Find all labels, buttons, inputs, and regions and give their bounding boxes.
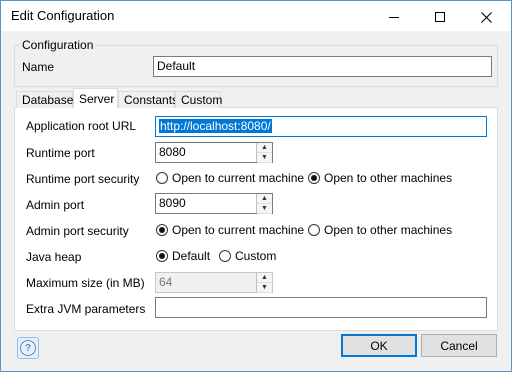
ok-button[interactable]: OK (341, 334, 417, 357)
admin-open-other-label: Open to other machines (324, 223, 453, 237)
radio-off-icon (219, 250, 231, 262)
cancel-button[interactable]: Cancel (421, 334, 497, 357)
java-heap-custom-radio[interactable]: Custom (219, 249, 276, 263)
radio-off-icon (156, 172, 168, 184)
java-heap-default-label: Default (172, 249, 211, 263)
title-bar[interactable]: Edit Configuration (1, 1, 511, 31)
radio-off-icon (308, 224, 320, 236)
extra-jvm-field[interactable] (155, 297, 487, 318)
app-root-url-label: Application root URL (26, 119, 137, 133)
runtime-port-value: 8080 (159, 145, 186, 159)
tab-custom[interactable]: Custom (175, 91, 222, 108)
admin-port-label: Admin port (26, 198, 85, 212)
spin-down-icon[interactable]: ▼ (257, 204, 272, 214)
radio-on-icon (308, 172, 320, 184)
runtime-open-current-label: Open to current machine (172, 171, 305, 185)
tab-constants[interactable]: Constants (118, 91, 178, 108)
max-size-value: 64 (159, 275, 173, 289)
runtime-port-label: Runtime port (26, 146, 95, 160)
close-button[interactable] (463, 2, 509, 32)
maximize-button[interactable] (417, 2, 463, 32)
runtime-open-other-label: Open to other machines (324, 171, 453, 185)
spin-down-icon: ▼ (257, 283, 272, 293)
spin-down-icon[interactable]: ▼ (257, 153, 272, 163)
runtime-port-security-label: Runtime port security (26, 172, 140, 186)
help-icon: ? (20, 340, 36, 356)
name-field[interactable]: Default (153, 56, 492, 77)
minimize-icon (389, 16, 399, 18)
max-size-stepper: 64 ▲ ▼ (155, 272, 273, 293)
runtime-open-other-radio[interactable]: Open to other machines (308, 171, 452, 185)
spin-up-icon: ▲ (257, 273, 272, 283)
help-button[interactable]: ? (17, 337, 39, 359)
admin-open-other-radio[interactable]: Open to other machines (308, 223, 452, 237)
name-label: Name (22, 60, 55, 74)
admin-port-security-label: Admin port security (26, 224, 129, 238)
app-root-url-field[interactable]: http://localhost:8080/ (155, 116, 487, 137)
window-title: Edit Configuration (11, 8, 115, 23)
runtime-port-stepper[interactable]: 8080 ▲ ▼ (155, 142, 273, 163)
max-size-label: Maximum size (in MB) (26, 276, 145, 290)
java-heap-custom-label: Custom (235, 249, 277, 263)
runtime-open-current-radio[interactable]: Open to current machine (156, 171, 304, 185)
spin-up-icon[interactable]: ▲ (257, 194, 272, 204)
admin-port-stepper[interactable]: 8090 ▲ ▼ (155, 193, 273, 214)
configuration-legend: Configuration (20, 38, 96, 52)
radio-on-icon (156, 224, 168, 236)
radio-on-icon (156, 250, 168, 262)
extra-jvm-label: Extra JVM parameters (26, 302, 146, 316)
admin-port-value: 8090 (159, 196, 186, 210)
maximize-icon (435, 12, 445, 22)
admin-open-current-label: Open to current machine (172, 223, 305, 237)
tab-server[interactable]: Server (73, 88, 118, 109)
close-icon (480, 11, 492, 23)
java-heap-label: Java heap (26, 250, 82, 264)
minimize-button[interactable] (371, 2, 417, 32)
java-heap-default-radio[interactable]: Default (156, 249, 210, 263)
spin-up-icon[interactable]: ▲ (257, 143, 272, 153)
tab-database[interactable]: Database (16, 91, 73, 108)
app-root-url-value: http://localhost:8080/ (159, 119, 272, 133)
admin-open-current-radio[interactable]: Open to current machine (156, 223, 304, 237)
